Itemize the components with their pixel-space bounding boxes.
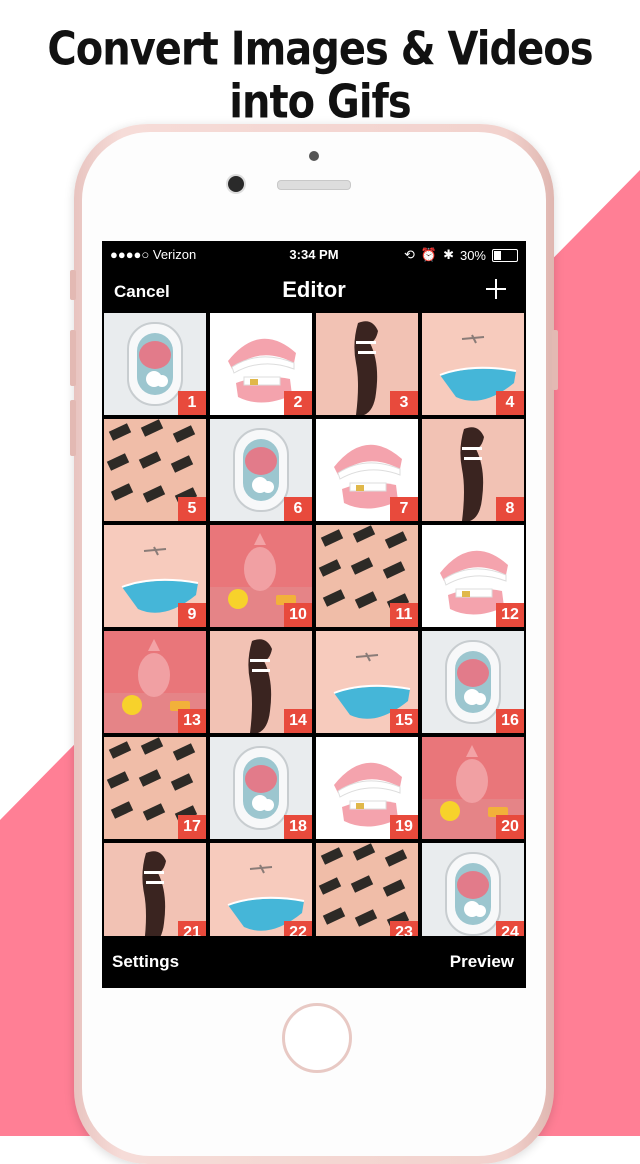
volume-up-button bbox=[70, 330, 76, 386]
battery-percent: 30% bbox=[459, 247, 486, 263]
media-tile[interactable]: 1 bbox=[104, 313, 206, 415]
frame-number-badge: 11 bbox=[390, 603, 418, 627]
media-tile[interactable]: 6 bbox=[210, 419, 312, 521]
media-tile[interactable]: 10 bbox=[210, 525, 312, 627]
settings-button[interactable]: Settings bbox=[112, 952, 179, 972]
alarm-icon: ⏰ bbox=[420, 247, 438, 262]
status-right: ⟲ ⏰ ✱ 30% bbox=[404, 247, 518, 263]
media-grid: 1 2 3 4 5 6 7 8 9 10 11 12 13 14 15 16 17 18 19 20 21 22 23 24 bbox=[102, 313, 526, 945]
earpiece-speaker bbox=[277, 180, 351, 190]
frame-number-badge: 3 bbox=[390, 391, 418, 415]
proximity-sensor bbox=[309, 151, 319, 161]
frame-number-badge: 13 bbox=[178, 709, 206, 733]
frame-number-badge: 6 bbox=[284, 497, 312, 521]
media-tile[interactable]: 4 bbox=[422, 313, 524, 415]
preview-button[interactable]: Preview bbox=[450, 952, 514, 972]
media-tile[interactable]: 16 bbox=[422, 631, 524, 733]
frame-number-badge: 1 bbox=[178, 391, 206, 415]
media-tile[interactable]: 3 bbox=[316, 313, 418, 415]
frame-number-badge: 18 bbox=[284, 815, 312, 839]
battery-icon bbox=[492, 248, 518, 262]
media-tile[interactable]: 15 bbox=[316, 631, 418, 733]
bluetooth-icon: ✱ bbox=[443, 247, 454, 262]
media-tile[interactable]: 8 bbox=[422, 419, 524, 521]
frame-number-badge: 5 bbox=[178, 497, 206, 521]
frame-number-badge: 16 bbox=[496, 709, 524, 733]
media-tile[interactable]: 5 bbox=[104, 419, 206, 521]
media-tile[interactable]: 17 bbox=[104, 737, 206, 839]
frame-number-badge: 9 bbox=[178, 603, 206, 627]
nav-bar: Cancel Editor bbox=[102, 269, 526, 313]
media-tile[interactable]: 20 bbox=[422, 737, 524, 839]
frame-number-badge: 10 bbox=[284, 603, 312, 627]
frame-number-badge: 17 bbox=[178, 815, 206, 839]
headline: Convert Images & Videos into Gifs bbox=[47, 23, 593, 129]
frame-number-badge: 14 bbox=[284, 709, 312, 733]
bottom-toolbar: Settings Preview bbox=[102, 936, 526, 988]
media-tile[interactable]: 14 bbox=[210, 631, 312, 733]
power-button bbox=[552, 330, 558, 390]
page-title: Editor bbox=[282, 277, 346, 302]
media-tile[interactable]: 21 bbox=[104, 843, 206, 945]
media-tile[interactable]: 13 bbox=[104, 631, 206, 733]
media-tile[interactable]: 22 bbox=[210, 843, 312, 945]
media-tile[interactable]: 7 bbox=[316, 419, 418, 521]
media-tile[interactable]: 11 bbox=[316, 525, 418, 627]
frame-number-badge: 19 bbox=[390, 815, 418, 839]
frame-number-badge: 15 bbox=[390, 709, 418, 733]
frame-number-badge: 12 bbox=[496, 603, 524, 627]
frame-number-badge: 2 bbox=[284, 391, 312, 415]
plus-icon[interactable] bbox=[484, 277, 508, 301]
lock-rotation-icon: ⟲ bbox=[403, 247, 415, 262]
app-screen: ●●●●○ Verizon 3:34 PM ⟲ ⏰ ✱ 30% Cancel E… bbox=[102, 241, 526, 988]
media-tile[interactable]: 23 bbox=[316, 843, 418, 945]
status-bar: ●●●●○ Verizon 3:34 PM ⟲ ⏰ ✱ 30% bbox=[102, 241, 526, 269]
front-camera bbox=[228, 176, 244, 192]
media-tile[interactable]: 18 bbox=[210, 737, 312, 839]
home-button[interactable] bbox=[282, 1003, 352, 1073]
media-tile[interactable]: 12 bbox=[422, 525, 524, 627]
media-tile[interactable]: 24 bbox=[422, 843, 524, 945]
frame-number-badge: 4 bbox=[496, 391, 524, 415]
frame-number-badge: 7 bbox=[390, 497, 418, 521]
frame-number-badge: 20 bbox=[496, 815, 524, 839]
media-tile[interactable]: 2 bbox=[210, 313, 312, 415]
media-tile[interactable]: 9 bbox=[104, 525, 206, 627]
media-tile[interactable]: 19 bbox=[316, 737, 418, 839]
volume-down-button bbox=[70, 400, 76, 456]
mute-switch bbox=[70, 270, 76, 300]
frame-number-badge: 8 bbox=[496, 497, 524, 521]
